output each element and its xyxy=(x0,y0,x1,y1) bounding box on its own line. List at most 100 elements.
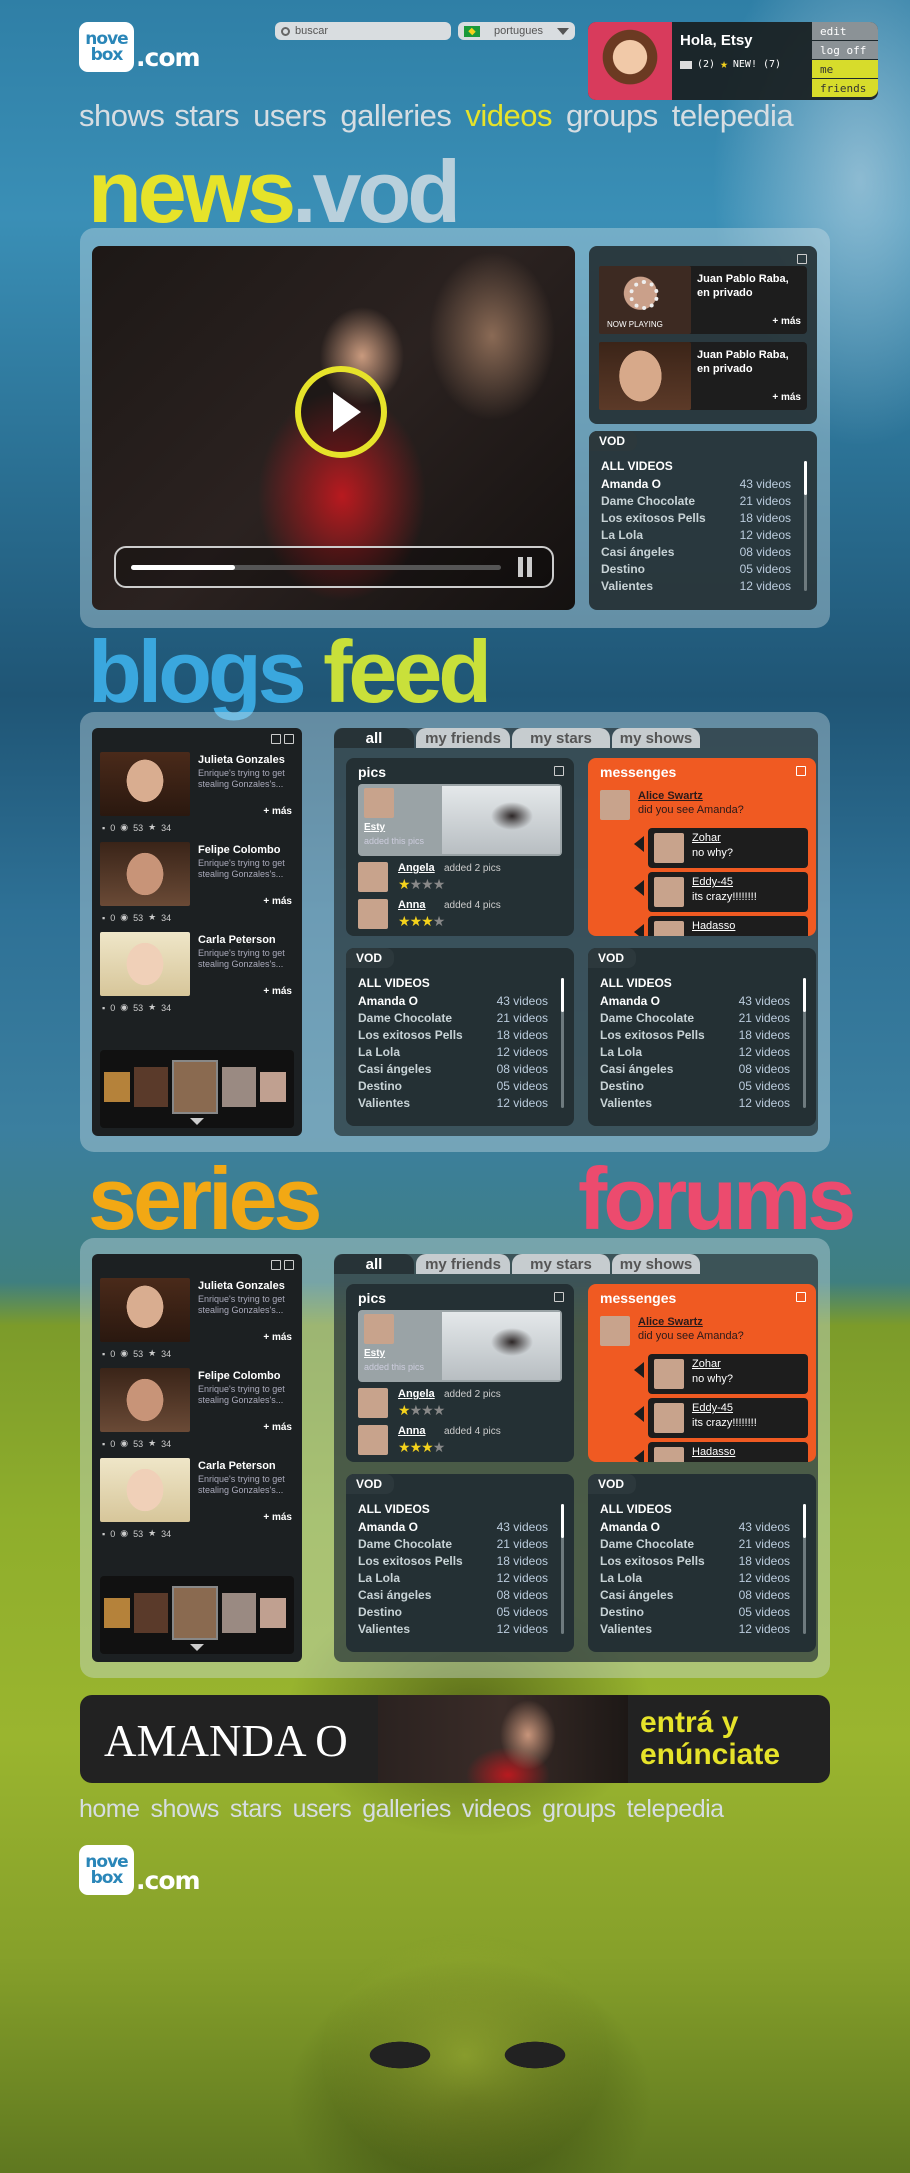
blog-photo-strip[interactable] xyxy=(100,1576,294,1654)
now-playing-item[interactable]: Juan Pablo Raba, en privado + más xyxy=(599,342,807,410)
expand-icon[interactable] xyxy=(271,1260,281,1270)
more-link[interactable]: + más xyxy=(263,896,292,907)
blog-author-photo[interactable] xyxy=(100,1278,190,1342)
strip-thumb[interactable] xyxy=(260,1072,286,1102)
rating-star-icon[interactable]: ★ xyxy=(433,1439,446,1455)
reply-user[interactable]: Eddy-45 xyxy=(692,1402,733,1414)
video-player[interactable] xyxy=(92,246,575,610)
nav-galleries[interactable]: galleries xyxy=(340,98,451,134)
strip-thumb[interactable] xyxy=(134,1067,168,1107)
blog-post[interactable]: Carla Peterson Enrique's trying to get s… xyxy=(100,1458,296,1548)
rating-star-icon[interactable]: ★ xyxy=(421,876,434,892)
message-reply[interactable]: Eddy-45 its crazy!!!!!!!! xyxy=(634,872,808,912)
expand-icon[interactable] xyxy=(796,1292,806,1302)
blog-author-photo[interactable] xyxy=(100,842,190,906)
nav-telepedia[interactable]: telepedia xyxy=(672,98,794,134)
progress-track[interactable] xyxy=(131,565,501,570)
vod-item[interactable]: Dame Chocolate 21 videos xyxy=(600,1010,790,1027)
rating[interactable]: ★★★★ xyxy=(398,876,446,893)
blog-author[interactable]: Felipe Colombo xyxy=(198,844,281,856)
blog-author[interactable]: Julieta Gonzales xyxy=(198,754,285,766)
pics-user[interactable]: Anna xyxy=(398,1425,426,1437)
logo[interactable]: nove box .com xyxy=(79,22,201,72)
strip-thumb[interactable] xyxy=(222,1593,256,1633)
expand-icon[interactable] xyxy=(796,766,806,776)
blog-photo-strip[interactable] xyxy=(100,1050,294,1128)
vod-item[interactable]: Valientes 12 videos xyxy=(358,1095,548,1112)
tab-my-shows[interactable]: my shows xyxy=(612,728,700,748)
strip-thumb[interactable] xyxy=(260,1598,286,1628)
reply-user[interactable]: Eddy-45 xyxy=(692,876,733,888)
pics-entry[interactable]: Angela added 2 pics ★★★★ xyxy=(358,1388,562,1425)
tab-my-stars[interactable]: my stars xyxy=(512,1254,610,1274)
rating[interactable]: ★★★★ xyxy=(398,1439,446,1456)
vod-item[interactable]: Amanda O 43 videos xyxy=(600,993,790,1010)
blog-post[interactable]: Felipe Colombo Enrique's trying to get s… xyxy=(100,1368,296,1458)
strip-thumb[interactable] xyxy=(222,1067,256,1107)
user-avatar[interactable] xyxy=(358,1388,388,1418)
rating-star-icon[interactable]: ★ xyxy=(398,913,411,929)
strip-thumb[interactable] xyxy=(104,1598,130,1628)
pause-icon[interactable] xyxy=(518,557,532,577)
message-reply[interactable]: Eddy-45 its crazy!!!!!!!! xyxy=(634,1398,808,1438)
expand-icon[interactable] xyxy=(797,254,807,264)
vod-item[interactable]: Amanda O 43 videos xyxy=(601,476,791,493)
vod-item[interactable]: Los exitosos Pells 18 videos xyxy=(358,1027,548,1044)
blog-author-photo[interactable] xyxy=(100,1368,190,1432)
edit-link[interactable]: edit xyxy=(812,22,878,40)
rating-star-icon[interactable]: ★ xyxy=(410,876,423,892)
vod-item[interactable]: Destino 05 videos xyxy=(358,1078,548,1095)
sender-name[interactable]: Alice Swartz xyxy=(638,790,703,802)
close-icon[interactable] xyxy=(284,734,294,744)
vod-scrollbar[interactable] xyxy=(803,1504,806,1634)
vod-item[interactable]: Casi ángeles 08 videos xyxy=(358,1061,548,1078)
search-input[interactable]: buscar xyxy=(275,22,451,40)
vod-item[interactable]: Los exitosos Pells 18 videos xyxy=(601,510,791,527)
log-off-link[interactable]: log off xyxy=(812,41,878,59)
vod-item[interactable]: Casi ángeles 08 videos xyxy=(600,1061,790,1078)
vod-item[interactable]: Valientes 12 videos xyxy=(358,1621,548,1638)
rating-star-icon[interactable]: ★ xyxy=(398,1402,411,1418)
more-link[interactable]: + más xyxy=(263,1422,292,1433)
nav-shows[interactable]: shows xyxy=(79,98,165,134)
vod-item[interactable]: Dame Chocolate 21 videos xyxy=(600,1536,790,1553)
friends-link[interactable]: friends xyxy=(812,79,878,97)
nav-videos[interactable]: videos xyxy=(465,98,552,134)
close-icon[interactable] xyxy=(284,1260,294,1270)
rating-star-icon[interactable]: ★ xyxy=(410,1439,423,1455)
vod-item[interactable]: Valientes 12 videos xyxy=(600,1095,790,1112)
vod-item[interactable]: Casi ángeles 08 videos xyxy=(358,1587,548,1604)
rating[interactable]: ★★★★ xyxy=(398,913,446,930)
tab-all[interactable]: all xyxy=(334,728,414,748)
vod-item[interactable]: Destino 05 videos xyxy=(600,1604,790,1621)
language-select[interactable]: portugues xyxy=(458,22,575,40)
reply-user[interactable]: Hadasso xyxy=(692,920,735,932)
vod-scrollbar[interactable] xyxy=(803,978,806,1108)
vod-item[interactable]: Los exitosos Pells 18 videos xyxy=(358,1553,548,1570)
vod-item[interactable]: Amanda O 43 videos xyxy=(600,1519,790,1536)
vod-item[interactable]: La Lola 12 videos xyxy=(358,1044,548,1061)
footer-nav-galleries[interactable]: galleries xyxy=(362,1795,451,1824)
footer-nav-shows[interactable]: shows xyxy=(151,1795,220,1824)
pics-entry[interactable]: Anna added 4 pics ★★★★ xyxy=(358,899,562,936)
more-link[interactable]: + más xyxy=(263,806,292,817)
reply-user[interactable]: Hadasso xyxy=(692,1446,735,1458)
tab-my-friends[interactable]: my friends xyxy=(416,1254,510,1274)
poster-name[interactable]: Esty xyxy=(364,1348,385,1359)
chevron-down-icon[interactable] xyxy=(190,1644,204,1651)
more-link[interactable]: + más xyxy=(772,316,801,327)
footer-nav-groups[interactable]: groups xyxy=(542,1795,616,1824)
footer-nav-users[interactable]: users xyxy=(293,1795,352,1824)
message-reply[interactable]: Hadasso xyxy=(634,916,808,936)
nav-users[interactable]: users xyxy=(253,98,327,134)
strip-thumb[interactable] xyxy=(104,1072,130,1102)
rating-star-icon[interactable]: ★ xyxy=(433,876,446,892)
play-button[interactable] xyxy=(295,366,387,458)
mail-icon[interactable] xyxy=(680,60,692,69)
blog-post[interactable]: Carla Peterson Enrique's trying to get s… xyxy=(100,932,296,1022)
pics-user[interactable]: Angela xyxy=(398,862,435,874)
rating-star-icon[interactable]: ★ xyxy=(410,1402,423,1418)
footer-nav-telepedia[interactable]: telepedia xyxy=(627,1795,724,1824)
rating-star-icon[interactable]: ★ xyxy=(433,913,446,929)
vod-scrollbar[interactable] xyxy=(804,461,807,591)
